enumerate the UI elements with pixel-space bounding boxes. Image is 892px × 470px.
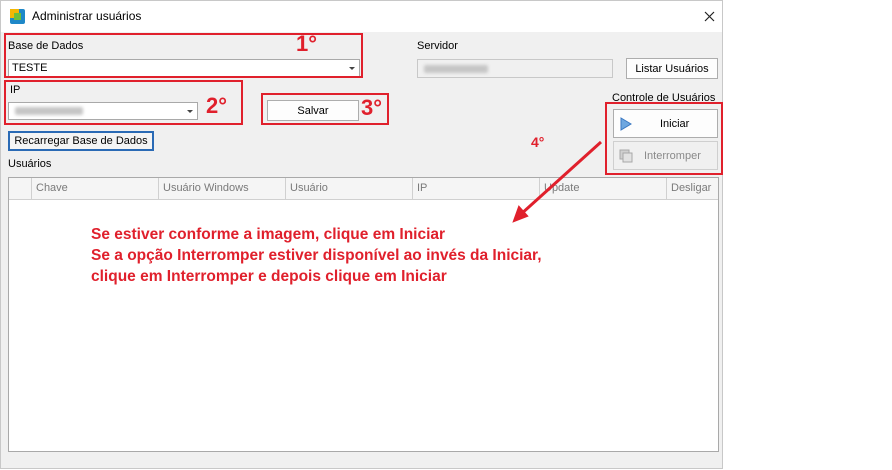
- server-value-redacted: [424, 65, 488, 73]
- column-header-ip[interactable]: IP: [413, 178, 540, 199]
- step2-number: 2°: [206, 93, 228, 118]
- server-field[interactable]: [417, 59, 613, 78]
- step4-number: 4°: [531, 134, 545, 150]
- row-selector-header: [9, 178, 32, 199]
- instruction-line-1: Se estiver conforme a imagem, clique em …: [91, 226, 446, 243]
- column-header-desligar[interactable]: Desligar: [667, 178, 718, 199]
- instructions-text: Se estiver conforme a imagem, clique em …: [91, 224, 542, 287]
- close-button[interactable]: [697, 4, 721, 28]
- list-users-button[interactable]: Listar Usuários: [626, 58, 718, 79]
- step1-number: 1°: [296, 31, 318, 56]
- users-table[interactable]: Chave Usuário Windows Usuário IP Update …: [8, 177, 719, 452]
- title-bar: Administrar usuários: [1, 1, 722, 32]
- column-header-chave[interactable]: Chave: [32, 178, 159, 199]
- column-header-usuario-windows[interactable]: Usuário Windows: [159, 178, 286, 199]
- step4-highlight: [605, 102, 723, 175]
- users-label: Usuários: [8, 158, 52, 170]
- column-header-usuario[interactable]: Usuário: [286, 178, 413, 199]
- users-table-header: Chave Usuário Windows Usuário IP Update …: [9, 178, 718, 200]
- app-logo-icon: [10, 9, 25, 24]
- close-icon: [704, 11, 714, 21]
- instruction-line-2: Se a opção Interromper estiver disponíve…: [91, 247, 542, 264]
- window-title: Administrar usuários: [32, 9, 142, 23]
- step3-number: 3°: [361, 95, 383, 120]
- column-header-update[interactable]: Update: [540, 178, 667, 199]
- server-label: Servidor: [417, 40, 458, 52]
- reload-database-button[interactable]: Recarregar Base de Dados: [8, 131, 154, 151]
- instruction-line-3: clique em Interromper e depois clique em…: [91, 268, 447, 285]
